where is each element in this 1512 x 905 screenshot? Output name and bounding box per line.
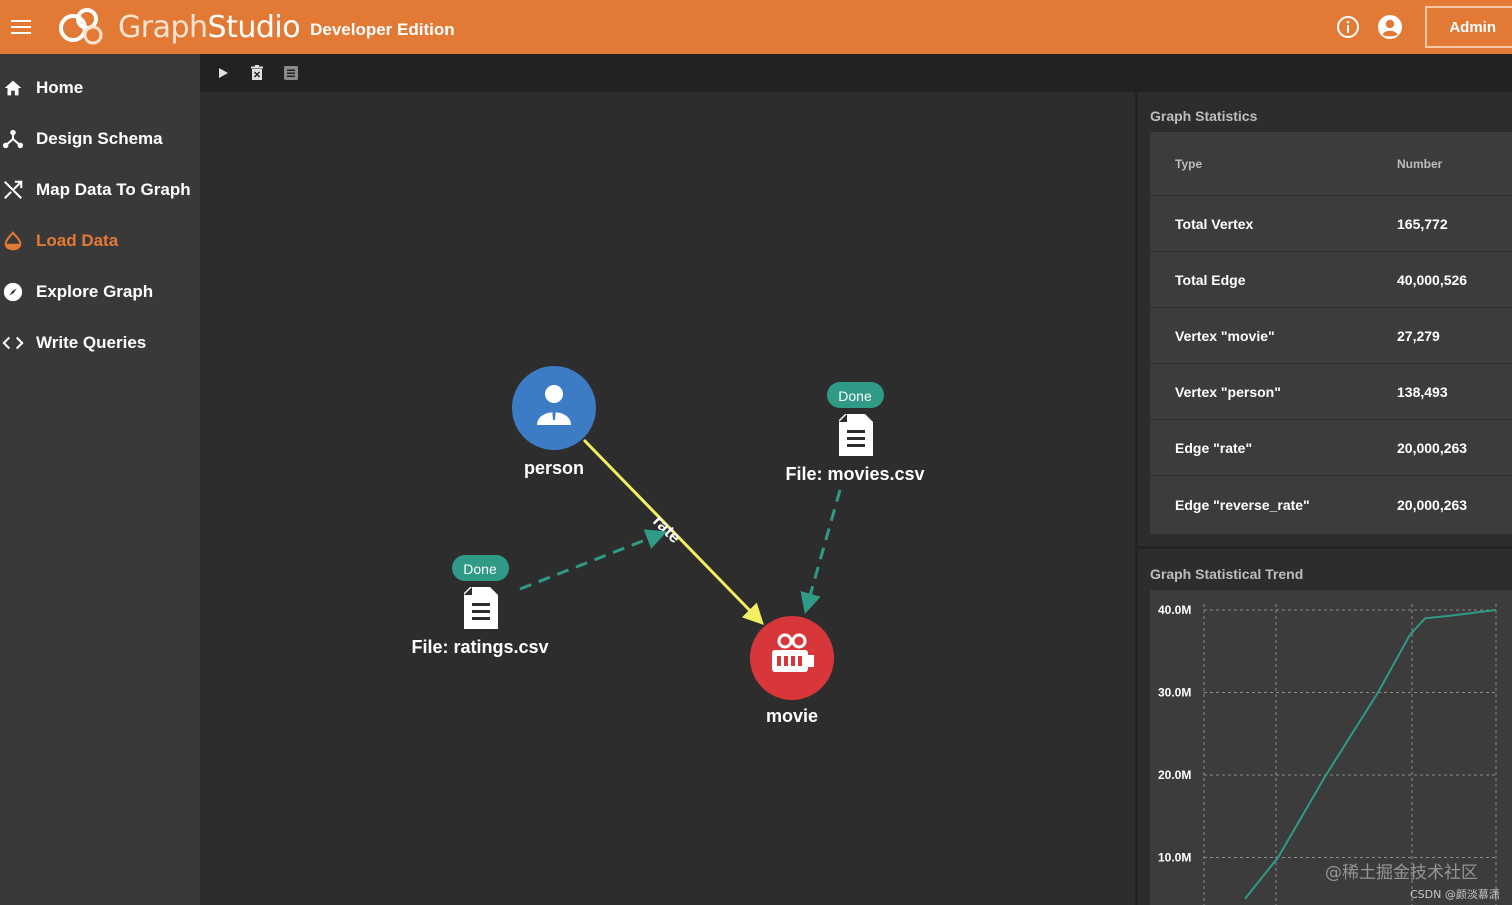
file-ratings[interactable]: Done File: ratings.csv xyxy=(411,555,549,657)
header-actions: Admin xyxy=(1333,0,1512,54)
column-header-type: Type xyxy=(1175,156,1203,171)
file-label: File: ratings.csv xyxy=(411,637,548,657)
info-icon xyxy=(1337,16,1360,38)
sidebar-item-write-queries[interactable]: Write Queries xyxy=(0,317,200,368)
home-icon xyxy=(0,77,36,99)
sidebar-item-load-data[interactable]: Load Data xyxy=(0,215,200,266)
vertex-label: person xyxy=(524,458,584,478)
graphstudio-logo[interactable]: GraphStudio Developer Edition xyxy=(56,0,455,54)
vertex-movie[interactable]: movie xyxy=(750,616,834,726)
account-button[interactable] xyxy=(1375,12,1405,42)
watermark: @稀土掘金技术社区 xyxy=(1325,863,1478,883)
delete-button[interactable] xyxy=(246,62,268,84)
delete-icon xyxy=(251,65,263,80)
row-number: 138,493 xyxy=(1397,383,1448,400)
log-icon xyxy=(284,66,298,80)
vertex-person[interactable]: person xyxy=(512,366,596,478)
table-row: Edge "rate" 20,000,263 xyxy=(1150,420,1512,476)
sidebar-item-label: Map Data To Graph xyxy=(36,179,191,199)
sidebar-item-label: Explore Graph xyxy=(36,281,154,301)
row-type: Vertex "movie" xyxy=(1175,327,1275,344)
brand-bold: Studio xyxy=(207,9,301,45)
compass-icon xyxy=(0,281,36,303)
file-icon xyxy=(464,587,498,629)
status-badge-label: Done xyxy=(463,561,497,577)
row-number: 20,000,263 xyxy=(1397,497,1468,513)
top-header: GraphStudio Developer Edition Admin xyxy=(0,0,1512,54)
table-row: Edge "reverse_rate" 20,000,263 xyxy=(1150,476,1512,534)
sidebar-item-map-data[interactable]: Map Data To Graph xyxy=(0,164,200,215)
sidebar-item-label: Design Schema xyxy=(36,128,163,148)
sidebar-item-explore-graph[interactable]: Explore Graph xyxy=(0,266,200,317)
rate-edge-label: rate xyxy=(649,511,684,546)
row-number: 40,000,526 xyxy=(1397,271,1468,288)
graph-toolbar xyxy=(200,54,1512,92)
play-icon xyxy=(219,68,228,78)
run-button[interactable] xyxy=(212,62,234,84)
load-data-icon xyxy=(0,230,36,252)
graph-statistics-table: Type Number Total Vertex 165,772 Total E… xyxy=(1150,132,1512,534)
table-header: Type Number xyxy=(1150,132,1512,196)
table-row: Total Vertex 165,772 xyxy=(1150,196,1512,252)
brand-title: GraphStudio xyxy=(118,9,301,45)
sidebar: Home Design Schema Map Data To Graph Loa… xyxy=(0,54,200,905)
info-button[interactable] xyxy=(1333,12,1363,42)
map-icon xyxy=(0,179,36,201)
movies-mapping-edge[interactable] xyxy=(800,489,842,615)
statistics-panel: Graph Statistics Type Number Total Verte… xyxy=(1138,92,1512,905)
sidebar-item-label: Home xyxy=(36,77,84,97)
row-type: Total Edge xyxy=(1175,271,1246,288)
row-number: 165,772 xyxy=(1397,215,1448,232)
graph-svg: rate person movie Done File: movies.csv … xyxy=(411,366,925,726)
code-icon xyxy=(0,332,36,354)
sidebar-item-design-schema[interactable]: Design Schema xyxy=(0,113,200,164)
graph-statistics-title: Graph Statistics xyxy=(1150,108,1258,124)
graphstudio-logo-icon xyxy=(59,8,103,45)
table-row: Vertex "movie" 27,279 xyxy=(1150,308,1512,364)
file-icon xyxy=(839,414,873,456)
admin-button[interactable]: Admin xyxy=(1425,6,1512,48)
table-row: Vertex "person" 138,493 xyxy=(1150,364,1512,420)
graph-canvas[interactable]: rate person movie Done File: movies.csv … xyxy=(200,92,1135,905)
y-tick-label: 10.0M xyxy=(1158,851,1191,865)
sidebar-item-home[interactable]: Home xyxy=(0,62,200,113)
status-badge-label: Done xyxy=(838,388,872,404)
row-number: 27,279 xyxy=(1397,327,1440,344)
y-tick-label: 40.0M xyxy=(1158,603,1191,617)
section-divider xyxy=(1138,546,1512,549)
watermark-sub: CSDN @颜淡慕潇 xyxy=(1410,888,1500,901)
y-tick-label: 30.0M xyxy=(1158,686,1191,700)
row-type: Edge "rate" xyxy=(1175,439,1253,456)
file-movies[interactable]: Done File: movies.csv xyxy=(785,382,925,484)
graph-trend-title: Graph Statistical Trend xyxy=(1150,566,1304,582)
ratings-mapping-edge[interactable] xyxy=(519,529,667,591)
row-type: Vertex "person" xyxy=(1175,383,1281,400)
menu-icon xyxy=(11,20,31,34)
brand-light: Graph xyxy=(118,9,208,45)
y-tick-label: 20.0M xyxy=(1158,768,1191,782)
row-type: Total Vertex xyxy=(1175,215,1254,232)
row-type: Edge "reverse_rate" xyxy=(1175,497,1310,513)
file-label: File: movies.csv xyxy=(785,464,924,484)
sidebar-item-label: Write Queries xyxy=(36,332,147,352)
account-icon xyxy=(1378,15,1403,39)
vertex-label: movie xyxy=(766,706,818,726)
schema-icon xyxy=(0,128,36,150)
sidebar-item-label: Load Data xyxy=(36,230,119,250)
row-number: 20,000,263 xyxy=(1397,439,1468,456)
column-header-number: Number xyxy=(1397,156,1443,171)
menu-button[interactable] xyxy=(0,0,42,54)
log-button[interactable] xyxy=(280,62,302,84)
trend-series-line xyxy=(1244,609,1497,900)
table-row: Total Edge 40,000,526 xyxy=(1150,252,1512,308)
edition-label: Developer Edition xyxy=(310,20,455,39)
